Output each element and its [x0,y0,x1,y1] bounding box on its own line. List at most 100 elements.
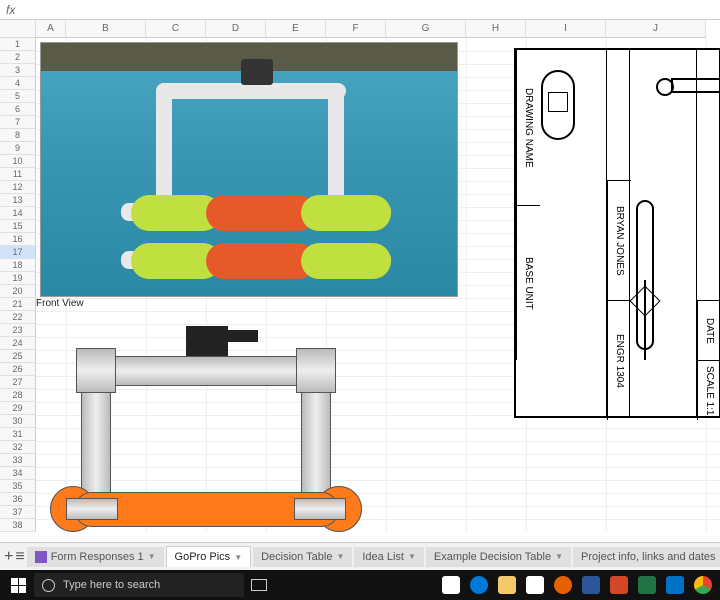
col-header-E[interactable]: E [266,20,326,38]
spreadsheet-grid[interactable]: ABCDEFGHIJ 12345678910111213141516171819… [0,20,720,532]
row-header-14[interactable]: 14 [0,207,36,220]
col-header-I[interactable]: I [526,20,606,38]
powerpoint-icon[interactable] [606,572,632,598]
col-header-C[interactable]: C [146,20,206,38]
row-header-29[interactable]: 29 [0,402,36,415]
app-squares-icon[interactable] [438,572,464,598]
cells-area[interactable]: Front View [36,38,720,532]
store-icon[interactable] [522,572,548,598]
add-sheet-button[interactable]: + [4,546,13,568]
row-header-24[interactable]: 24 [0,337,36,350]
row-header-25[interactable]: 25 [0,350,36,363]
excel-icon[interactable] [634,572,660,598]
row-header-13[interactable]: 13 [0,194,36,207]
row-header-11[interactable]: 11 [0,168,36,181]
cad-front-view[interactable] [36,316,376,532]
row-header-22[interactable]: 22 [0,311,36,324]
row-header-17[interactable]: 17 [0,246,36,259]
row-header-33[interactable]: 33 [0,454,36,467]
row-header-30[interactable]: 30 [0,415,36,428]
row-header-18[interactable]: 18 [0,259,36,272]
row-header-37[interactable]: 37 [0,506,36,519]
tab-label: GoPro Pics [175,551,231,563]
row-header-8[interactable]: 8 [0,129,36,142]
tab-label: Decision Table [261,551,332,563]
tab-menu-arrow[interactable]: ▼ [555,552,563,561]
word-icon[interactable] [578,572,604,598]
formula-bar: fx [0,0,720,20]
tb-v3: ENGR 1304 [614,334,625,388]
gopro-mount-icon [186,326,228,356]
pool-photo[interactable] [40,42,458,297]
sheet-tab-1[interactable]: GoPro Pics▼ [166,546,252,567]
row-header-15[interactable]: 15 [0,220,36,233]
tab-label: Example Decision Table [434,551,551,563]
select-all-box[interactable] [0,20,36,38]
row-header-16[interactable]: 16 [0,233,36,246]
tab-menu-arrow[interactable]: ▼ [408,552,416,561]
tb-h1: DRAWING NAME [523,88,534,168]
file-explorer-icon[interactable] [494,572,520,598]
row-header-23[interactable]: 23 [0,324,36,337]
mail-icon[interactable] [662,572,688,598]
task-view-icon[interactable] [246,572,272,598]
row-header-19[interactable]: 19 [0,272,36,285]
sheet-tab-2[interactable]: Decision Table ▼ [253,547,352,567]
tab-menu-arrow[interactable]: ▼ [234,553,242,562]
row-header-38[interactable]: 38 [0,519,36,532]
tb-v4: SCALE 1:1 [704,366,715,415]
start-button[interactable] [4,571,32,599]
row-header-28[interactable]: 28 [0,389,36,402]
row-header-12[interactable]: 12 [0,181,36,194]
row-header-10[interactable]: 10 [0,155,36,168]
firefox-icon[interactable] [550,572,576,598]
col-header-H[interactable]: H [466,20,526,38]
tab-label: Project info, links and dates [581,551,716,563]
all-sheets-button[interactable]: ≡ [15,546,24,568]
tab-menu-arrow[interactable]: ▼ [148,552,156,561]
sheet-tabs: + ≡ Form Responses 1▼GoPro Pics▼Decision… [0,542,720,570]
row-header-27[interactable]: 27 [0,376,36,389]
tab-menu-arrow[interactable]: ▼ [336,552,344,561]
row-header-2[interactable]: 2 [0,51,36,64]
row-header-4[interactable]: 4 [0,77,36,90]
row-header-6[interactable]: 6 [0,103,36,116]
sheet-tab-0[interactable]: Form Responses 1 ▼ [27,547,164,567]
tab-label: Form Responses 1 [51,551,144,563]
row-header-32[interactable]: 32 [0,441,36,454]
row-header-31[interactable]: 31 [0,428,36,441]
column-headers: ABCDEFGHIJ [0,20,720,38]
cad-title-block: DRAWING NAME BASE UNIT BRYAN JONES ENGR … [514,48,720,418]
gopro-camera-icon [241,59,273,85]
sheet-tab-3[interactable]: Idea List▼ [354,547,424,567]
col-header-F[interactable]: F [326,20,386,38]
col-header-B[interactable]: B [66,20,146,38]
form-icon [35,551,47,563]
col-header-J[interactable]: J [606,20,706,38]
tb-v2: BRYAN JONES [614,206,625,276]
col-header-A[interactable]: A [36,20,66,38]
row-header-1[interactable]: 1 [0,38,36,51]
windows-taskbar: Type here to search [0,570,720,600]
row-header-34[interactable]: 34 [0,467,36,480]
taskbar-search[interactable]: Type here to search [34,573,244,597]
row-header-35[interactable]: 35 [0,480,36,493]
row-header-21[interactable]: 21 [0,298,36,311]
formula-input[interactable] [23,0,720,19]
cortana-icon [42,579,55,592]
row-header-36[interactable]: 36 [0,493,36,506]
row-header-5[interactable]: 5 [0,90,36,103]
col-header-D[interactable]: D [206,20,266,38]
chrome-icon[interactable] [690,572,716,598]
row-header-9[interactable]: 9 [0,142,36,155]
col-header-G[interactable]: G [386,20,466,38]
row-header-3[interactable]: 3 [0,64,36,77]
search-placeholder: Type here to search [63,579,160,591]
row-header-20[interactable]: 20 [0,285,36,298]
sheet-tab-5[interactable]: Project info, links and dates▼ [573,547,720,567]
row-header-7[interactable]: 7 [0,116,36,129]
sheet-tab-4[interactable]: Example Decision Table ▼ [426,547,571,567]
row-headers: 1234567891011121314151617181920212223242… [0,38,36,532]
row-header-26[interactable]: 26 [0,363,36,376]
edge-icon[interactable] [466,572,492,598]
